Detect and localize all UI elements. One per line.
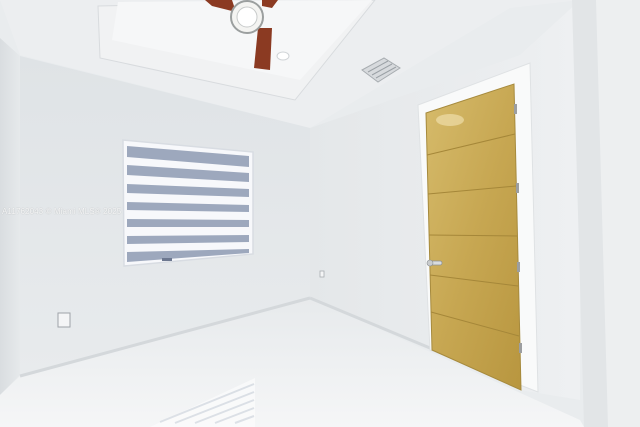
door-hinge	[514, 104, 517, 114]
left-wall	[0, 38, 20, 395]
mls-watermark: A11762043 © Miami MLS® 2025	[2, 207, 122, 216]
door-hinge	[516, 183, 519, 193]
door-handle-icon[interactable]	[426, 259, 443, 267]
room-photo: A11762043 © Miami MLS® 2025	[0, 0, 640, 427]
door[interactable]	[425, 83, 522, 391]
door-hinge	[517, 262, 520, 272]
window-blinds	[122, 139, 254, 267]
recessed-light	[276, 51, 290, 61]
wall-outlet	[57, 312, 71, 328]
wall-outlet-small	[319, 270, 325, 278]
door-hinge	[519, 343, 522, 353]
